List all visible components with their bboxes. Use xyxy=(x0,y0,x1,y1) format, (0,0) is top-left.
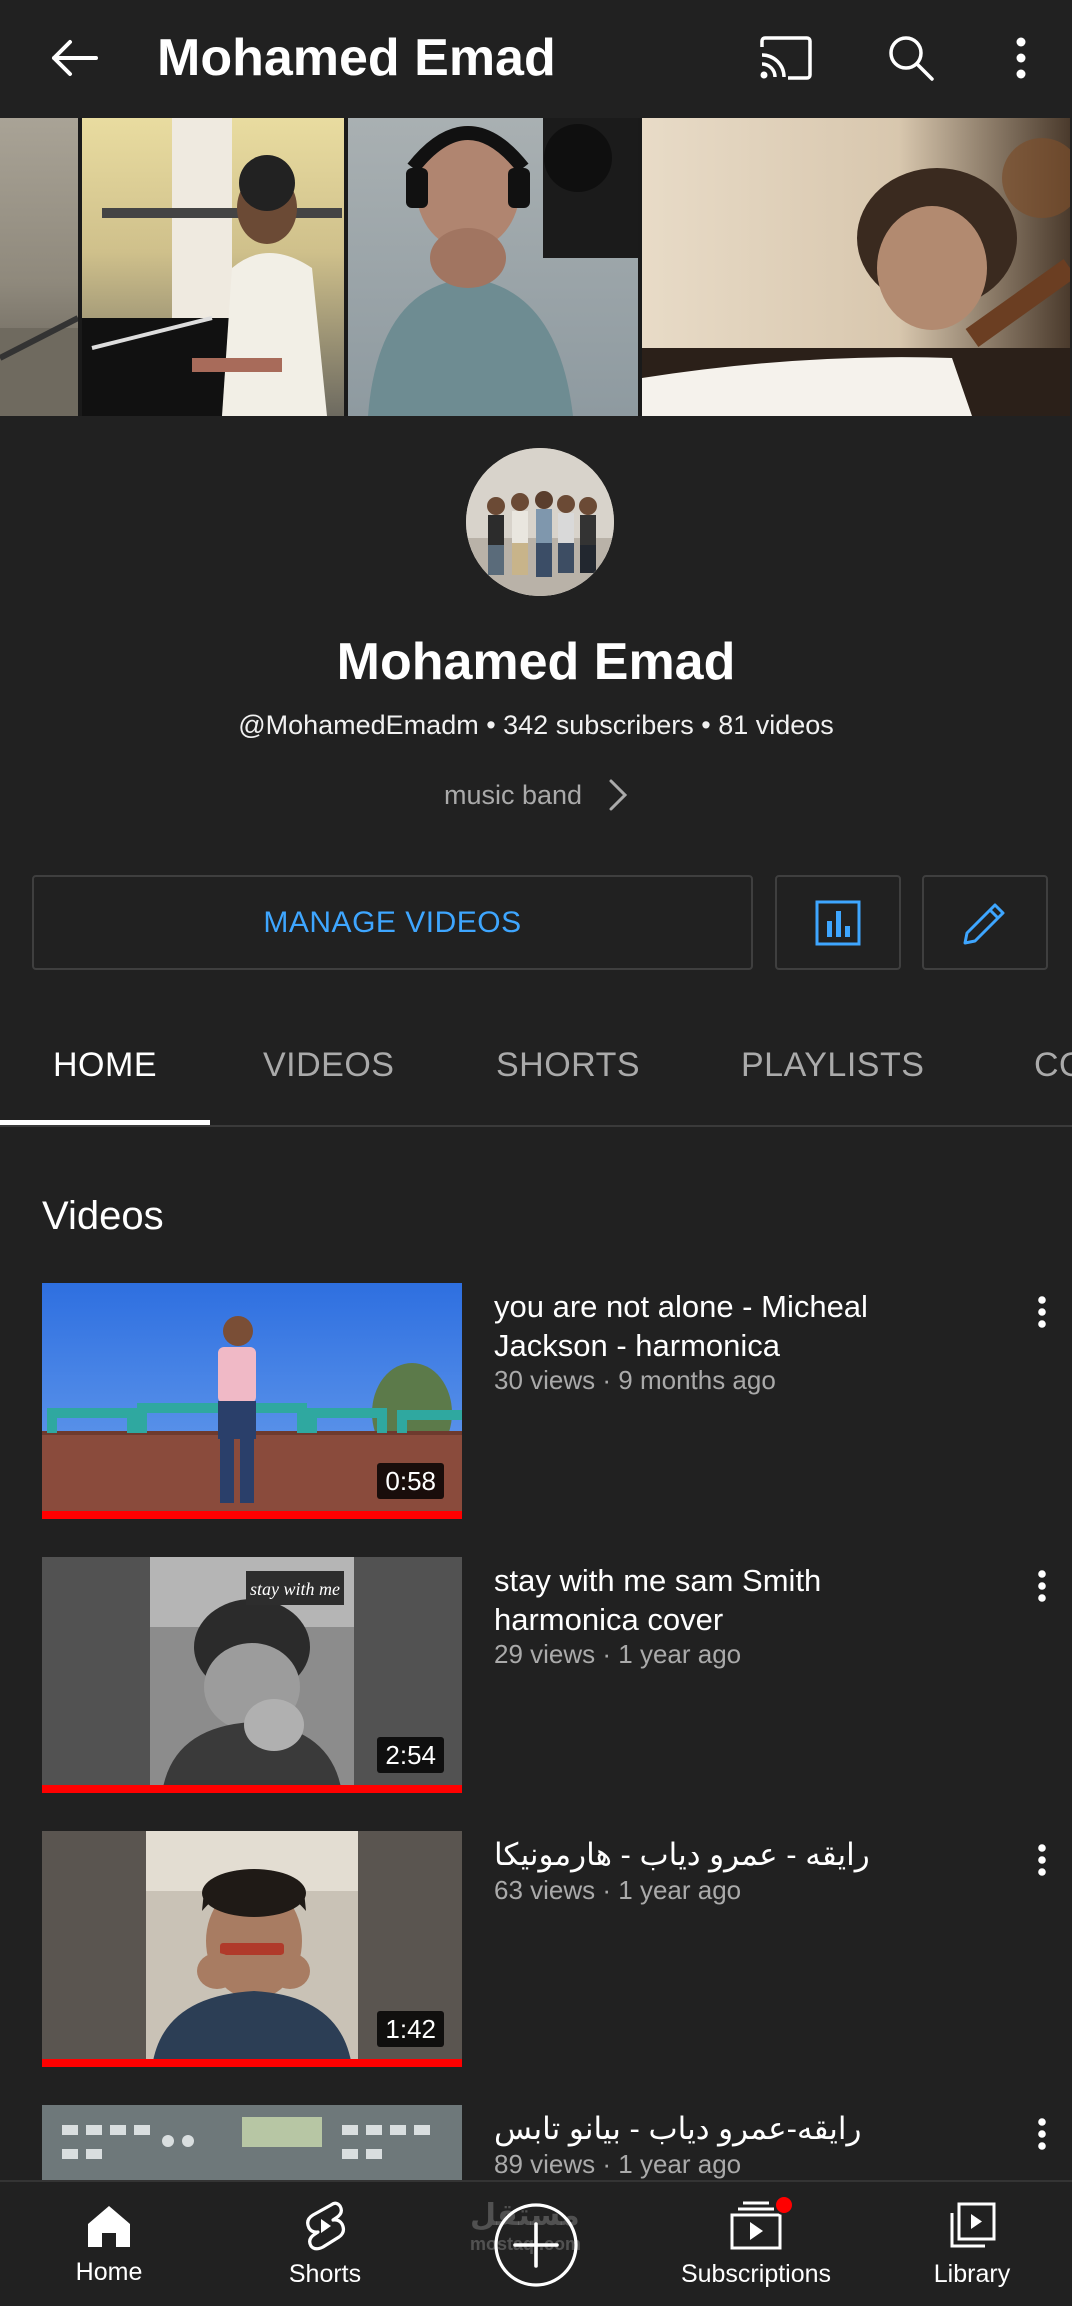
search-icon xyxy=(889,36,934,81)
banner-panel xyxy=(642,118,1070,416)
watermark-text: مستقل xyxy=(470,2199,580,2232)
video-duration: 0:58 xyxy=(377,1463,444,1499)
active-tab-indicator xyxy=(0,1120,210,1125)
tab-playlists[interactable]: PLAYLISTS xyxy=(741,1003,924,1125)
cast-button[interactable] xyxy=(750,22,822,94)
nav-shorts[interactable]: Shorts xyxy=(254,2182,396,2306)
edit-channel-button[interactable] xyxy=(922,875,1048,970)
video-item[interactable]: stay with me 2:54 stay with me sam Smith… xyxy=(0,1557,1072,1807)
more-vert-icon xyxy=(1038,1844,1046,1876)
nav-home[interactable]: Home xyxy=(38,2182,180,2306)
nav-shorts-label: Shorts xyxy=(288,2260,362,2288)
nav-library[interactable]: Library xyxy=(912,2182,1032,2306)
video-more-button[interactable] xyxy=(1024,1569,1060,1629)
video-meta: 89 views · 1 year ago xyxy=(494,2149,742,2179)
channel-banner xyxy=(0,118,1072,416)
video-title[interactable]: you are not alone - Micheal Jackson - ha… xyxy=(494,1287,974,1365)
channel-avatar[interactable] xyxy=(466,448,614,596)
channel-tabs: HOME VIDEOS SHORTS PLAYLISTS CO xyxy=(0,1003,1072,1127)
more-options-button[interactable] xyxy=(985,22,1057,94)
banner-panel xyxy=(0,118,78,416)
watch-progress-bar xyxy=(42,1785,462,1793)
banner-panel xyxy=(348,118,638,416)
section-title: Videos xyxy=(42,1194,164,1238)
manage-videos-button[interactable]: MANAGE VIDEOS xyxy=(32,875,753,970)
video-title[interactable]: stay with me sam Smith harmonica cover xyxy=(494,1561,974,1639)
analytics-icon xyxy=(815,900,861,945)
channel-description[interactable]: music band xyxy=(0,776,1072,814)
channel-name: Mohamed Emad xyxy=(336,633,736,691)
nav-library-label: Library xyxy=(933,2260,1011,2288)
back-arrow-icon xyxy=(52,40,98,76)
watch-progress-bar xyxy=(42,1511,462,1519)
tab-community[interactable]: CO xyxy=(1034,1003,1072,1125)
more-vert-icon xyxy=(1016,37,1026,79)
tab-home[interactable]: HOME xyxy=(53,1003,157,1125)
home-icon xyxy=(88,2206,130,2247)
channel-description-text: music band xyxy=(443,780,583,810)
video-title[interactable]: رايقه - عمرو دياب - هارمونيكا xyxy=(494,1835,974,1874)
video-item[interactable]: 1:42 رايقه - عمرو دياب - هارمونيكا 63 vi… xyxy=(0,1831,1072,2081)
shorts-icon xyxy=(306,2201,346,2251)
chevron-right-icon xyxy=(609,779,628,811)
more-vert-icon xyxy=(1038,1296,1046,1328)
video-item[interactable]: 0:58 you are not alone - Micheal Jackson… xyxy=(0,1283,1072,1533)
video-meta: 30 views · 9 months ago xyxy=(494,1365,776,1395)
video-more-button[interactable] xyxy=(1024,1843,1060,1903)
more-vert-icon xyxy=(1038,1570,1046,1602)
back-button[interactable] xyxy=(38,26,108,90)
video-more-button[interactable] xyxy=(1024,1295,1060,1355)
video-meta: 29 views · 1 year ago xyxy=(494,1639,742,1669)
video-title[interactable]: رايقه-عمرو دياب - بيانو تابس xyxy=(494,2109,974,2148)
nav-subscriptions-label: Subscriptions xyxy=(680,2260,832,2288)
watermark-subtext: mostaql.com xyxy=(470,2234,582,2254)
video-duration: 1:42 xyxy=(377,2011,444,2047)
video-thumbnail[interactable]: stay with me 2:54 xyxy=(42,1557,462,1793)
tab-shorts[interactable]: SHORTS xyxy=(496,1003,640,1125)
video-duration: 2:54 xyxy=(377,1737,444,1773)
video-meta: 63 views · 1 year ago xyxy=(494,1875,742,1905)
video-thumbnail[interactable]: 1:42 xyxy=(42,1831,462,2067)
search-button[interactable] xyxy=(875,22,947,94)
video-thumbnail[interactable]: 0:58 xyxy=(42,1283,462,1519)
more-vert-icon xyxy=(1038,2118,1046,2150)
app-bar: Mohamed Emad xyxy=(0,0,1072,118)
pencil-icon xyxy=(963,903,1005,944)
nav-subscriptions[interactable]: Subscriptions xyxy=(668,2182,844,2306)
thumbnail-caption: stay with me xyxy=(250,1579,340,1599)
banner-panel xyxy=(82,118,344,416)
watch-progress-bar xyxy=(42,2059,462,2067)
video-more-button[interactable] xyxy=(1024,2117,1060,2177)
cast-icon xyxy=(760,36,812,80)
analytics-button[interactable] xyxy=(775,875,901,970)
watermark: مستقل mostaql.com xyxy=(470,2198,581,2254)
notification-badge xyxy=(774,2195,794,2215)
library-icon xyxy=(950,2202,996,2248)
channel-meta: @MohamedEmadm • 342 subscribers • 81 vid… xyxy=(238,710,834,740)
page-title: Mohamed Emad xyxy=(157,29,556,87)
tab-videos[interactable]: VIDEOS xyxy=(263,1003,394,1125)
nav-home-label: Home xyxy=(75,2258,143,2286)
